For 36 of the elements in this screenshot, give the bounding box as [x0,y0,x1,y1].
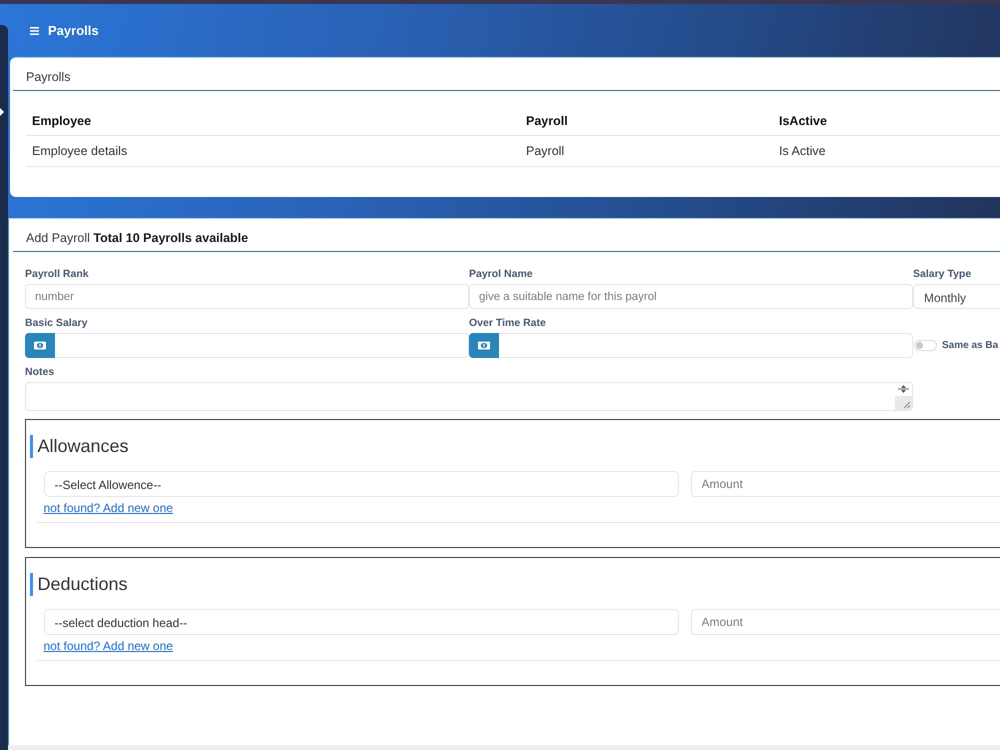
input-field[interactable]: give a suitable name for this payrol [469,284,913,309]
input-field[interactable]: Amount [690,471,1000,497]
field-label: Payroll Rank [25,267,90,281]
notes-field[interactable] [25,382,913,411]
toggle-label: Same as Ba [942,340,998,351]
field-label: Payrol Name [469,267,534,281]
section-title: Allowances [30,435,129,458]
table-cell: Is Active [773,136,1000,166]
caret-icon[interactable] [0,108,4,116]
card-title: Add Payroll Total 10 Payrolls available [13,219,1000,252]
column-header: Payroll [520,106,773,136]
input-field[interactable] [55,333,469,358]
page-title: Payrolls [48,23,99,38]
section-title: Deductions [30,573,128,596]
input-field[interactable]: Amount [690,609,1000,635]
dropdown[interactable]: --select deduction head-- [44,609,678,635]
banknote-icon [25,333,55,358]
column-header: IsActive [773,106,1000,136]
toggle-switch[interactable] [914,340,937,351]
add-new-link[interactable]: not found? Add new one [44,639,173,653]
dropdown[interactable]: --Select Allowence-- [44,471,678,497]
field-label: Salary Type [913,267,972,281]
field-label: Notes [25,365,56,379]
input-field[interactable] [499,333,913,358]
scrollbar-drawing [895,383,912,410]
field-label: Over Time Rate [469,316,547,330]
card-title: Payrolls [13,58,1000,91]
banknote-icon [469,333,499,358]
table-cell: Payroll [520,136,773,166]
dropdown[interactable]: Monthly [913,284,1000,309]
add-new-link[interactable]: not found? Add new one [44,501,173,515]
input-field[interactable]: number [25,284,469,309]
menu-icon[interactable] [30,26,39,34]
table-cell: Employee details [26,136,520,166]
field-label: Basic Salary [25,316,88,330]
column-header: Employee [26,106,520,136]
